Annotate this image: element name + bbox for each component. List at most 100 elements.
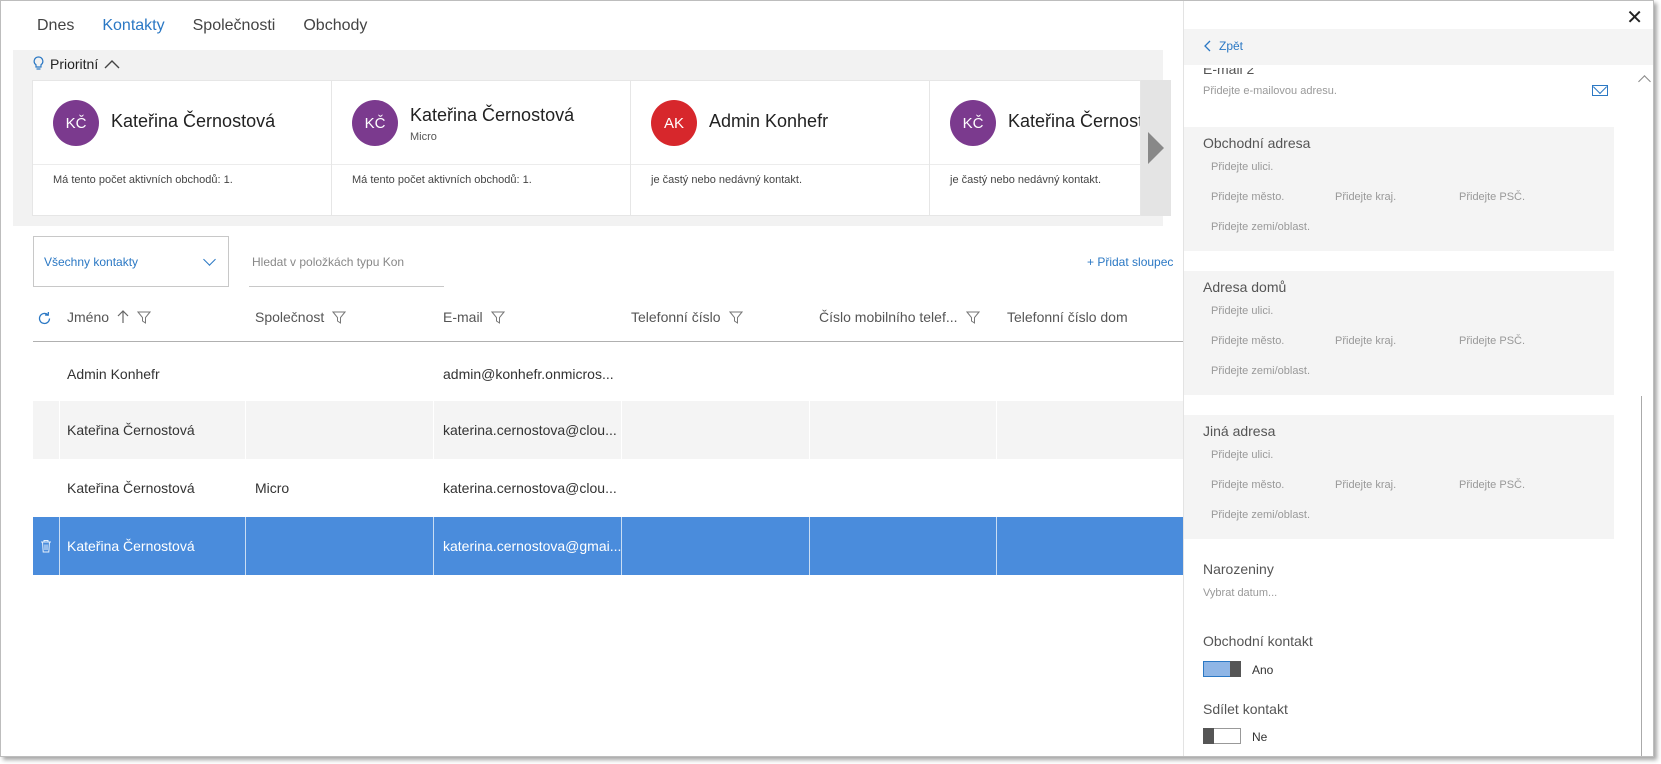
refresh-icon[interactable] (37, 311, 52, 326)
cell-email: katerina.cernostova@gmai... (443, 538, 622, 554)
cell-name: Admin Konhefr (67, 366, 160, 382)
street-input[interactable]: Přidejte ulici. (1211, 161, 1273, 173)
section-title: Jiná adresa (1203, 423, 1276, 439)
app-window: Dnes Kontakty Společnosti Obchody Priori… (0, 0, 1654, 757)
section-title: Obchodní adresa (1203, 135, 1311, 151)
city-input[interactable]: Přidejte město. (1211, 479, 1284, 491)
column-label: Číslo mobilního telef... (819, 309, 958, 325)
filter-icon[interactable] (728, 311, 743, 324)
priority-card[interactable]: KČ Kateřina Černostová Micro Má tento po… (331, 80, 633, 216)
share-contact-toggle[interactable] (1203, 728, 1241, 744)
column-header-email[interactable]: E-mail (443, 309, 505, 325)
column-divider (59, 517, 60, 575)
panel-scrollbar[interactable] (1641, 396, 1650, 756)
card-company: Micro (410, 131, 437, 143)
card-note: Má tento počet aktivních obchodů: 1. (53, 174, 233, 186)
chevron-left-icon (1204, 40, 1211, 52)
card-note: je častý nebo nedávný kontakt. (651, 174, 803, 186)
filter-icon[interactable] (137, 311, 152, 324)
sort-up-icon (117, 310, 129, 323)
tab-kontakty[interactable]: Kontakty (102, 17, 164, 35)
home-address-section: Adresa domů Přidejte ulici. Přidejte měs… (1184, 271, 1614, 395)
zip-input[interactable]: Přidejte PSČ. (1459, 479, 1525, 491)
business-address-section: Obchodní adresa Přidejte ulici. Přidejte… (1184, 127, 1614, 251)
country-input[interactable]: Přidejte zemi/oblast. (1211, 221, 1310, 233)
zip-input[interactable]: Přidejte PSČ. (1459, 335, 1525, 347)
column-header-mobile[interactable]: Číslo mobilního telef... (819, 309, 980, 325)
street-input[interactable]: Přidejte ulici. (1211, 305, 1273, 317)
filter-icon[interactable] (965, 311, 980, 324)
email2-input[interactable]: Přidejte e-mailovou adresu. (1203, 85, 1337, 97)
carousel-next-button[interactable] (1141, 80, 1171, 216)
priority-card[interactable]: KČ Kateřina Černostová Má tento počet ak… (32, 80, 334, 216)
table-row[interactable]: Admin Konhefr admin@konhefr.onmicros... (33, 345, 1183, 403)
trash-icon[interactable] (40, 539, 52, 553)
share-contact-label: Sdílet kontakt (1203, 701, 1288, 717)
column-divider (59, 401, 60, 459)
column-divider (433, 401, 434, 459)
add-column-button[interactable]: + Přidat sloupec (1087, 255, 1173, 269)
table-header: Jméno Společnost E-mail Telefonní číslo … (33, 297, 1183, 342)
street-input[interactable]: Přidejte ulici. (1211, 449, 1273, 461)
priority-section: Prioritní KČ Kateřina Černostová Má tent… (13, 50, 1171, 226)
table-row-selected[interactable]: Kateřina Černostová katerina.cernostova@… (33, 517, 1183, 575)
filter-icon[interactable] (332, 311, 347, 324)
cell-company: Micro (255, 480, 290, 496)
tab-obchody[interactable]: Obchody (303, 17, 367, 35)
column-divider (433, 517, 434, 575)
column-label: E-mail (443, 309, 483, 325)
region-input[interactable]: Přidejte kraj. (1335, 479, 1396, 491)
mail-icon[interactable] (1592, 85, 1608, 96)
zip-input[interactable]: Přidejte PSČ. (1459, 191, 1525, 203)
filter-icon[interactable] (490, 311, 505, 324)
back-label: Zpět (1219, 39, 1244, 53)
country-input[interactable]: Přidejte zemi/oblast. (1211, 365, 1310, 377)
city-input[interactable]: Přidejte město. (1211, 191, 1284, 203)
column-header-name[interactable]: Jméno (67, 309, 152, 325)
cell-email: admin@konhefr.onmicros... (443, 366, 614, 382)
column-divider (809, 401, 810, 459)
birthday-label: Narozeniny (1203, 561, 1274, 577)
view-selector[interactable]: Všechny kontakty (33, 236, 229, 287)
column-divider (996, 517, 997, 575)
back-button[interactable]: Zpět (1204, 39, 1243, 53)
column-label: Telefonní číslo dom (1007, 309, 1128, 325)
cell-name: Kateřina Černostová (67, 538, 195, 554)
column-label: Telefonní číslo (631, 309, 721, 325)
table-row[interactable]: Kateřina Černostová Micro katerina.cerno… (33, 459, 1183, 517)
scroll-up-icon[interactable] (1638, 75, 1651, 88)
column-header-phone[interactable]: Telefonní číslo (631, 309, 743, 325)
business-contact-label: Obchodní kontakt (1203, 633, 1313, 649)
tab-dnes[interactable]: Dnes (37, 17, 74, 35)
cell-name: Kateřina Černostová (67, 422, 195, 438)
close-icon[interactable]: ✕ (1626, 5, 1643, 30)
chevron-up-icon[interactable] (104, 59, 120, 69)
priority-card[interactable]: AK Admin Konhefr je častý nebo nedávný k… (630, 80, 932, 216)
card-note: je častý nebo nedávný kontakt. (950, 174, 1102, 186)
column-divider (809, 517, 810, 575)
other-address-section: Jiná adresa Přidejte ulici. Přidejte měs… (1184, 415, 1614, 539)
region-input[interactable]: Přidejte kraj. (1335, 335, 1396, 347)
search-input[interactable]: Hledat v položkách typu Kon (249, 247, 444, 287)
birthday-picker[interactable]: Vybrat datum... (1203, 587, 1277, 599)
contact-detail-panel: ✕ Zpět E-mail 2 Přidejte e-mailovou adre… (1183, 1, 1653, 756)
column-header-company[interactable]: Společnost (255, 309, 347, 325)
cell-name: Kateřina Černostová (67, 480, 195, 496)
city-input[interactable]: Přidejte město. (1211, 335, 1284, 347)
business-contact-value: Ano (1252, 663, 1274, 677)
business-contact-toggle[interactable] (1203, 661, 1241, 677)
avatar: KČ (950, 100, 996, 146)
tab-spolecnosti[interactable]: Společnosti (193, 17, 276, 35)
card-name: Kateřina Černostová (1008, 111, 1140, 131)
priority-header[interactable]: Prioritní (33, 56, 120, 72)
column-header-home-phone[interactable]: Telefonní číslo dom (1007, 309, 1128, 325)
column-divider (245, 401, 246, 459)
region-input[interactable]: Přidejte kraj. (1335, 191, 1396, 203)
section-title: Adresa domů (1203, 279, 1287, 295)
table-row[interactable]: Kateřina Černostová katerina.cernostova@… (33, 401, 1183, 459)
avatar: KČ (352, 100, 398, 146)
priority-label: Prioritní (50, 56, 99, 72)
country-input[interactable]: Přidejte zemi/oblast. (1211, 509, 1310, 521)
avatar: KČ (53, 100, 99, 146)
priority-card[interactable]: KČ Kateřina Černostová je častý nebo ned… (929, 80, 1141, 216)
